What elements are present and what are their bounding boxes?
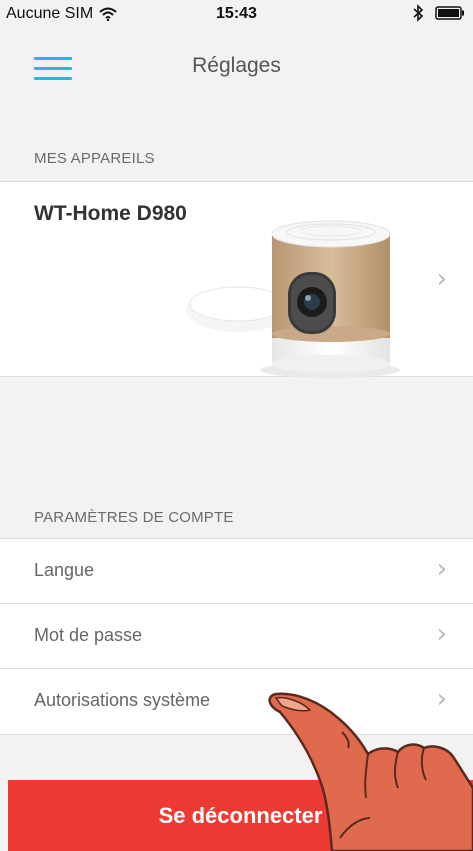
- status-right: [413, 4, 465, 22]
- list-item-autorisations-systeme[interactable]: Autorisations système ›: [0, 669, 473, 734]
- list-item-langue[interactable]: Langue ›: [0, 539, 473, 604]
- bluetooth-icon: [413, 4, 423, 22]
- list-item-label: Langue: [34, 560, 95, 580]
- devices-section-header: MES APPAREILS: [34, 150, 155, 167]
- navigation-bar: Réglages: [0, 34, 473, 102]
- list-item-mot-de-passe[interactable]: Mot de passe ›: [0, 604, 473, 669]
- chevron-right-icon: ›: [436, 264, 447, 294]
- battery-icon: [435, 6, 464, 20]
- list-item-label: Mot de passe: [34, 625, 143, 645]
- chevron-right-icon: ›: [436, 684, 447, 714]
- chevron-right-icon: ›: [436, 554, 447, 584]
- status-bar: Aucune SIM 15:43: [0, 0, 473, 34]
- account-settings-list: Langue › Mot de passe › Autorisations sy…: [0, 538, 473, 735]
- logout-button[interactable]: Se déconnecter: [8, 780, 473, 851]
- device-item-wt-home[interactable]: WT-Home D980 ›: [0, 181, 473, 378]
- device-name: WT-Home D980: [34, 202, 187, 225]
- camera-device-image: [186, 220, 400, 378]
- page-title: Réglages: [192, 54, 281, 77]
- chevron-right-icon: ›: [436, 619, 447, 649]
- status-time: 15:43: [216, 5, 257, 22]
- account-section-header: PARAMÈTRES DE COMPTE: [34, 509, 234, 526]
- list-item-label: Autorisations système: [34, 690, 211, 710]
